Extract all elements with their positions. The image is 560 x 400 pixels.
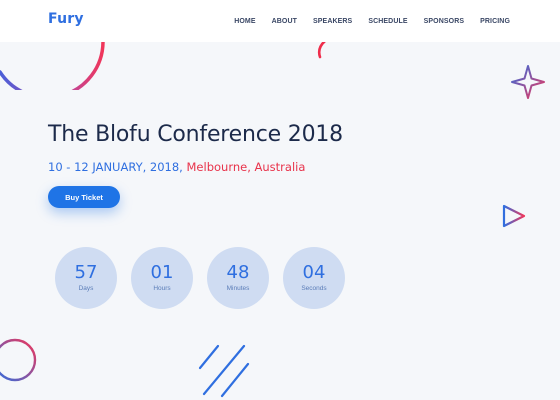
navbar: Fury HOME ABOUT SPEAKERS SCHEDULE SPONSO… bbox=[0, 0, 560, 42]
event-date-location: 10 - 12 JANUARY, 2018, Melbourne, Austra… bbox=[48, 160, 305, 174]
countdown-label: Days bbox=[78, 285, 94, 292]
circle-outline-decoration bbox=[0, 338, 37, 382]
sparkle-star-icon bbox=[511, 65, 545, 99]
countdown-hours: 01 Hours bbox=[131, 247, 193, 309]
countdown-value: 57 bbox=[74, 262, 98, 283]
nav-sponsors[interactable]: SPONSORS bbox=[424, 18, 464, 25]
hero-title: The Blofu Conference 2018 bbox=[48, 122, 343, 147]
nav-menu: HOME ABOUT SPEAKERS SCHEDULE SPONSORS PR… bbox=[234, 0, 510, 42]
red-arc-decoration bbox=[317, 40, 327, 59]
countdown-label: Seconds bbox=[301, 285, 327, 292]
nav-home[interactable]: HOME bbox=[234, 18, 255, 25]
buy-ticket-button[interactable]: Buy Ticket bbox=[48, 186, 120, 208]
event-location: Melbourne, Australia bbox=[186, 160, 306, 174]
countdown-seconds: 04 Seconds bbox=[283, 247, 345, 309]
countdown-minutes: 48 Minutes bbox=[207, 247, 269, 309]
play-triangle-icon bbox=[502, 204, 526, 228]
countdown-value: 48 bbox=[226, 262, 250, 283]
nav-about[interactable]: ABOUT bbox=[272, 18, 297, 25]
countdown-value: 04 bbox=[302, 262, 326, 283]
countdown-timer: 57 Days 01 Hours 48 Minutes 04 Seconds bbox=[55, 247, 345, 309]
countdown-value: 01 bbox=[150, 262, 174, 283]
nav-schedule[interactable]: SCHEDULE bbox=[368, 18, 407, 25]
countdown-label: Minutes bbox=[226, 285, 250, 292]
event-date: 10 - 12 JANUARY, 2018, bbox=[48, 160, 187, 174]
nav-pricing[interactable]: PRICING bbox=[480, 18, 510, 25]
diagonal-lines-decoration bbox=[198, 344, 250, 398]
countdown-label: Hours bbox=[153, 285, 171, 292]
nav-speakers[interactable]: SPEAKERS bbox=[313, 18, 352, 25]
countdown-days: 57 Days bbox=[55, 247, 117, 309]
logo[interactable]: Fury bbox=[48, 11, 84, 27]
